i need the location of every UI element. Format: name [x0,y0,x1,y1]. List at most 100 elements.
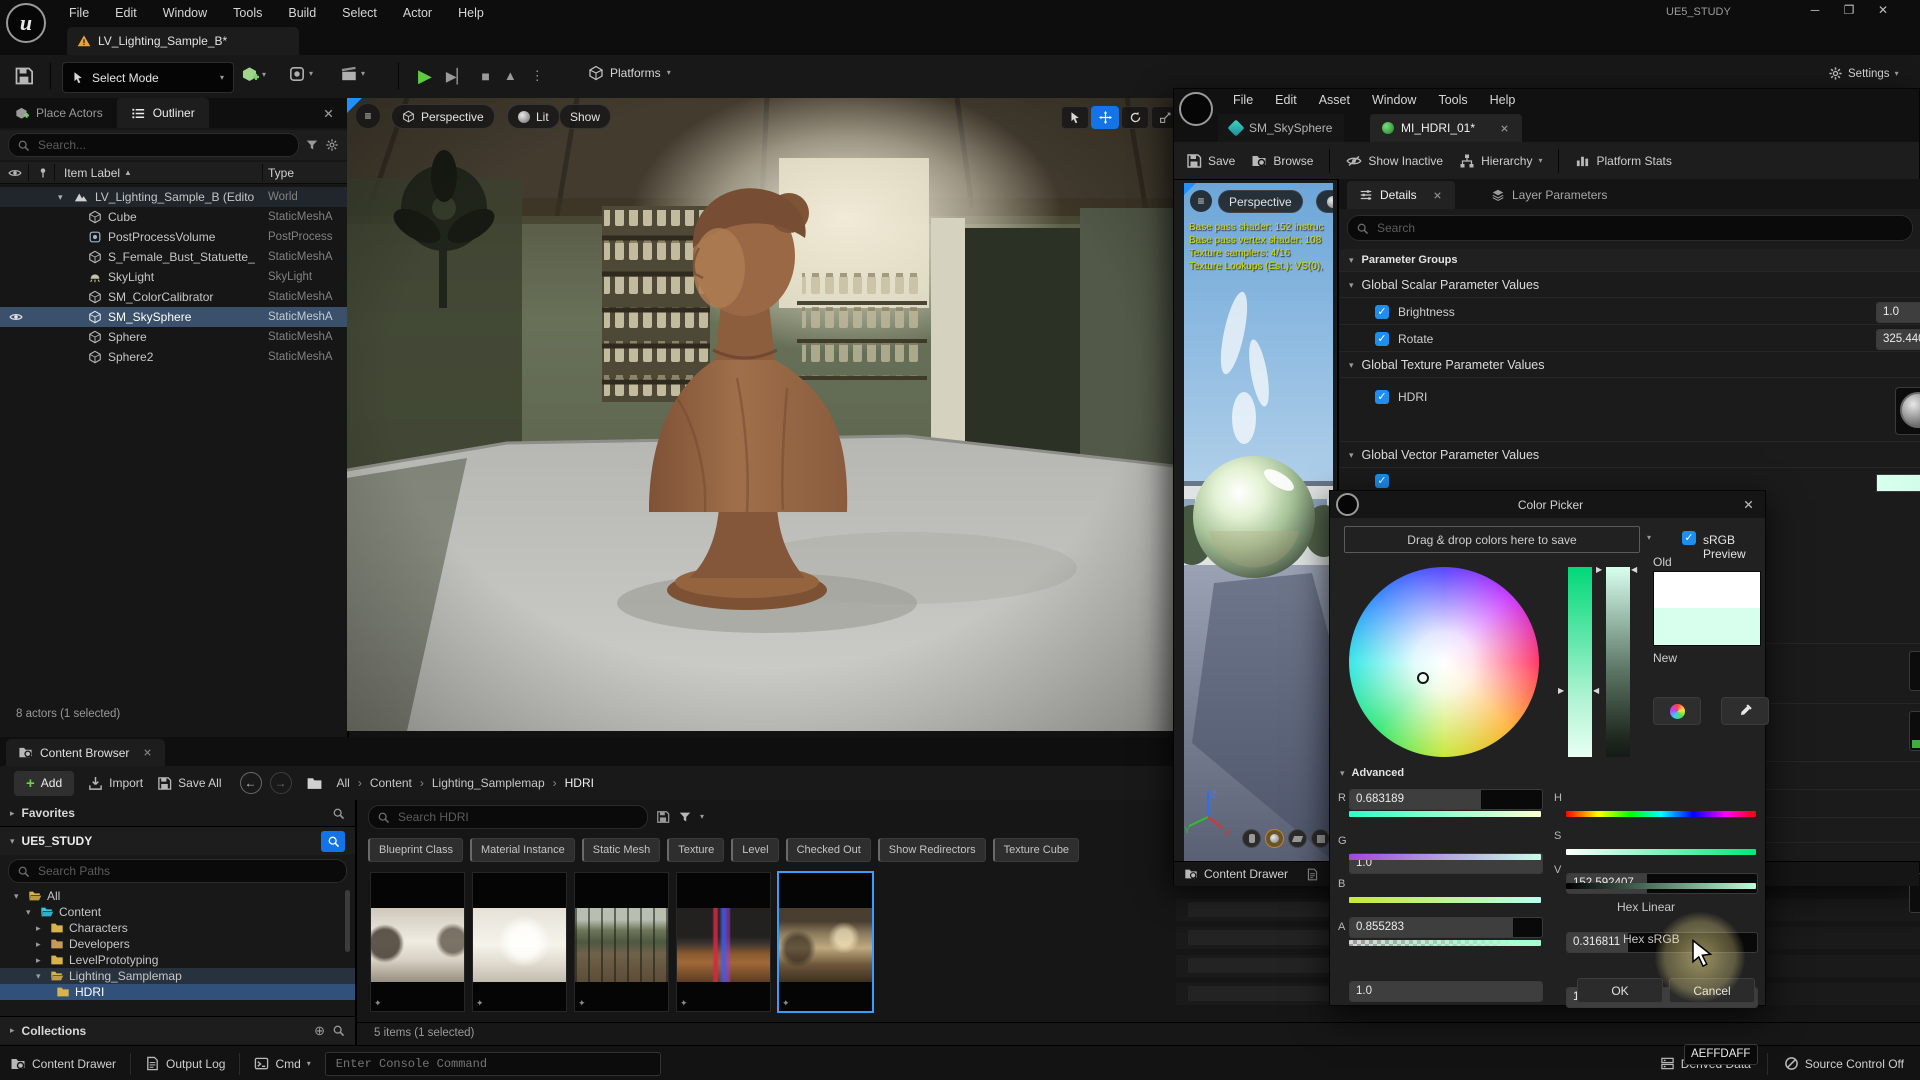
advanced-section-header[interactable]: ▾ Advanced [1340,767,1404,779]
tint-color-swatch[interactable] [1876,474,1920,492]
group-global-vector[interactable]: ▾ Global Vector Parameter Values [1339,443,1920,467]
mi-menu-tools[interactable]: Tools [1427,93,1478,107]
tree-hdri-selected[interactable]: HDRI [0,984,355,1000]
tree-lighting-samplemap[interactable]: ▾ Lighting_Samplemap [0,968,355,984]
mi-menu-help[interactable]: Help [1479,93,1527,107]
asset-search-input[interactable] [396,809,639,825]
tab-mi-hdri-01[interactable]: MI_HDRI_01* [1370,114,1522,142]
group-global-scalar[interactable]: ▾ Global Scalar Parameter Values [1339,273,1920,297]
channel-b-field[interactable]: 0.855283 [1349,917,1543,938]
play-options-kebab-icon[interactable]: ⋮ [531,63,544,89]
tree-scrollbar[interactable] [345,890,350,952]
close-dialog-icon[interactable] [1742,498,1755,511]
content-browser-tab[interactable]: Content Browser [6,739,165,766]
mi-menu-edit[interactable]: Edit [1264,93,1308,107]
outliner-row[interactable]: SkyLight SkyLight [0,267,347,287]
minimize-icon[interactable]: ─ [1798,3,1832,17]
outliner-row[interactable]: Sphere2 StaticMeshA [0,347,347,367]
mi-menu-file[interactable]: File [1222,93,1264,107]
shape-sphere-button[interactable] [1265,829,1284,848]
close-tab-icon[interactable] [1499,123,1510,134]
maximize-icon[interactable]: ❐ [1832,3,1866,17]
item-label-column[interactable]: Item Label [64,166,120,180]
material-preview-viewport[interactable]: Z Y X ≡ Perspective Base pass shader: 15… [1184,183,1333,861]
material-thumbnail[interactable] [1909,711,1920,751]
viewport-menu-button[interactable]: ≡ [356,104,380,128]
menu-help[interactable]: Help [445,6,497,20]
shape-cube-button[interactable] [1311,829,1330,848]
filter-static-mesh[interactable]: Static Mesh [582,838,660,862]
ok-button[interactable]: OK [1577,978,1663,1003]
wheel-mode-button[interactable] [1653,697,1701,725]
preview-lit-dropdown[interactable] [1316,190,1333,213]
outliner-row[interactable]: Cube StaticMeshA [0,207,347,227]
filter-level[interactable]: Level [731,838,778,862]
tree-levelprototyping[interactable]: ▸ LevelPrototyping [0,952,355,968]
show-inactive-button[interactable]: Show Inactive [1346,153,1443,169]
tint-checkbox[interactable]: ✓ [1375,474,1389,488]
new-color-swatch[interactable] [1653,608,1761,646]
menu-select[interactable]: Select [329,6,390,20]
breadcrumb-content[interactable]: Content [350,776,412,790]
eye-column-icon[interactable] [8,166,22,180]
menu-tools[interactable]: Tools [220,6,275,20]
level-tab[interactable]: LV_Lighting_Sample_B* [67,27,299,55]
theme-drop-zone[interactable]: Drag & drop colors here to save [1344,526,1640,553]
h-gradient-strip[interactable] [1566,811,1756,817]
outliner-settings-icon[interactable] [325,138,339,152]
asset-search[interactable] [368,805,648,829]
menu-window[interactable]: Window [150,6,220,20]
menu-build[interactable]: Build [275,6,329,20]
srgb-checkbox[interactable]: ✓ [1682,531,1696,545]
unreal-logo[interactable]: u [6,3,46,43]
output-log-icon[interactable] [1306,868,1319,881]
lit-dropdown[interactable]: Lit [507,104,560,129]
outliner-row[interactable]: SM_ColorCalibrator StaticMeshA [0,287,347,307]
scale-tool-button[interactable] [1151,106,1174,129]
favorites-search-icon[interactable] [332,807,345,820]
slider-handle-left-icon[interactable]: ▶ [1596,565,1602,574]
channel-r-field[interactable]: 0.683189 [1349,789,1543,810]
tab-details[interactable]: Details [1347,181,1455,209]
search-paths[interactable] [8,859,347,883]
type-column[interactable]: Type [268,166,294,180]
menu-actor[interactable]: Actor [390,6,445,20]
preview-perspective-dropdown[interactable]: Perspective [1218,190,1303,213]
launch-button[interactable]: ▲ [504,63,517,89]
group-global-texture[interactable]: ▾ Global Texture Parameter Values [1339,353,1920,377]
slider-handle-right-icon[interactable]: ◀ [1593,686,1599,695]
saturation-slider[interactable] [1568,567,1592,757]
outliner-row[interactable]: Sphere StaticMeshA [0,327,347,347]
preview-menu-button[interactable]: ≡ [1190,190,1212,212]
breadcrumb-lighting-samplemap[interactable]: Lighting_Samplemap [412,776,545,790]
outliner-search-input[interactable] [36,137,290,153]
theme-chevron-icon[interactable]: ▾ [1647,534,1651,542]
close-icon[interactable]: ✕ [1866,3,1900,17]
back-button[interactable]: ← [240,772,262,794]
rotate-tool-button[interactable] [1121,106,1149,129]
wheel-cursor[interactable] [1417,672,1429,684]
hdri-checkbox[interactable]: ✓ [1375,390,1389,404]
stop-button[interactable]: ■ [481,63,489,89]
path-folder-icon[interactable] [306,775,323,792]
add-collection-icon[interactable]: ⊕ [314,1023,325,1039]
filter-blueprint-class[interactable]: Blueprint Class [368,838,463,862]
console-command[interactable] [325,1052,661,1076]
close-outliner-icon[interactable] [322,107,335,120]
g-gradient-strip[interactable] [1349,854,1541,860]
select-tool-button[interactable] [1061,106,1089,129]
forward-button[interactable]: → [270,772,292,794]
filter-chevron-icon[interactable]: ▾ [700,813,704,821]
shape-plane-button[interactable] [1288,829,1307,848]
mi-menu-window[interactable]: Window [1361,93,1427,107]
save-level-icon[interactable] [14,66,34,86]
texture-thumbnail[interactable] [1909,651,1920,691]
filter-funnel-icon[interactable] [678,810,692,824]
menu-edit[interactable]: Edit [102,6,150,20]
add-button[interactable]: + Add [14,771,74,796]
breadcrumb-hdri[interactable]: HDRI [545,776,594,790]
perspective-dropdown[interactable]: Perspective [391,104,495,129]
outliner-row-level[interactable]: ▾ LV_Lighting_Sample_B (Edito World [0,187,347,207]
menu-file[interactable]: File [56,6,102,20]
hdri-texture-thumbnail[interactable] [1895,387,1920,435]
